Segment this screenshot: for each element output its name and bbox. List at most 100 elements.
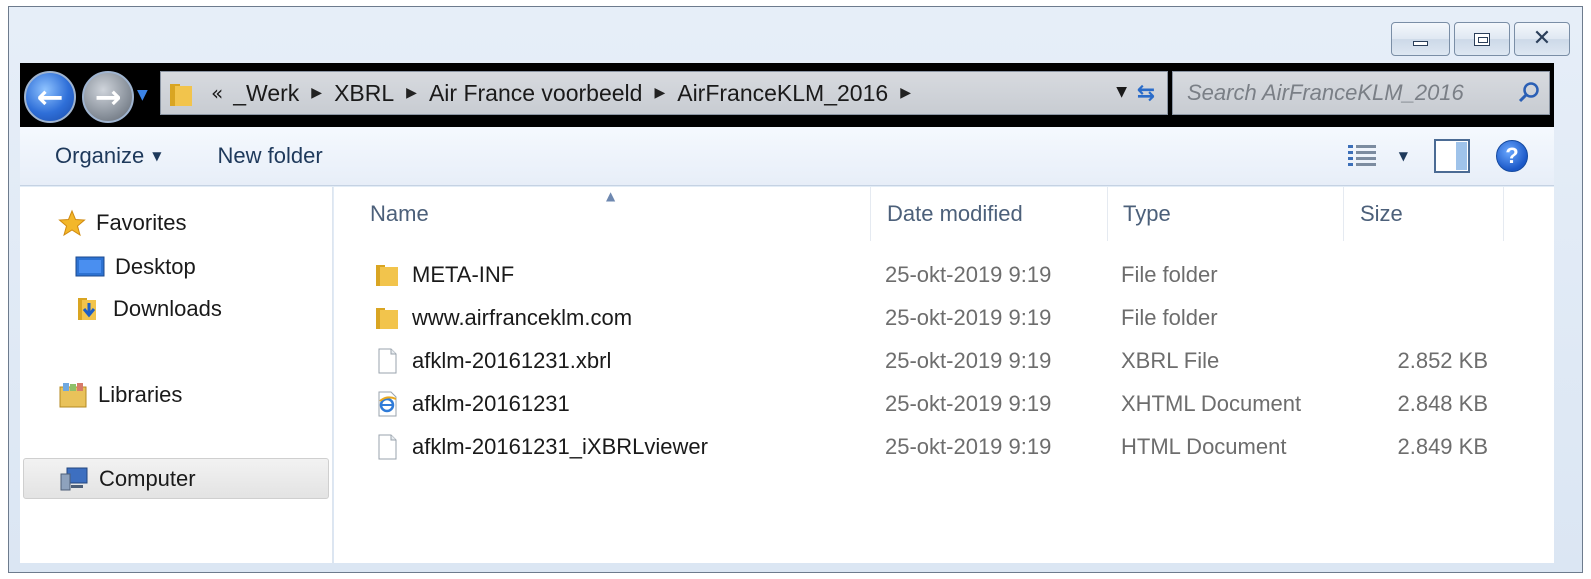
breadcrumb-chevron-icon[interactable]: ▶ bbox=[406, 85, 417, 101]
sidebar-item-label: Libraries bbox=[98, 382, 183, 407]
column-header-date[interactable]: Date modified bbox=[871, 187, 1108, 241]
details-view-icon bbox=[1347, 145, 1376, 166]
file-name: afklm-20161231.xbrl bbox=[412, 347, 612, 373]
navigation-pane: Favorites Desktop Downloads Libraries Co… bbox=[20, 187, 333, 563]
file-name: www.airfranceklm.com bbox=[412, 304, 633, 330]
file-date: 25-okt-2019 9:19 bbox=[885, 433, 1052, 459]
desktop-icon bbox=[75, 256, 105, 277]
address-bar[interactable]: « _Werk ▶ XBRL ▶ Air France voorbeeld ▶ … bbox=[160, 71, 1168, 115]
breadcrumb-air-france-voorbeeld[interactable]: Air France voorbeeld bbox=[429, 80, 643, 107]
computer-icon bbox=[60, 467, 88, 490]
command-bar: Organize ▼ New folder ▼ ? bbox=[20, 127, 1554, 186]
navigation-bar: ← → ▼ « _Werk ▶ XBRL ▶ Air France voorbe… bbox=[20, 63, 1554, 127]
file-type: XBRL File bbox=[1121, 347, 1220, 373]
file-date: 25-okt-2019 9:19 bbox=[885, 304, 1052, 330]
chevron-down-icon: ▼ bbox=[152, 149, 162, 163]
sidebar-item-favorites[interactable]: Favorites bbox=[58, 205, 186, 241]
column-date-label: Date modified bbox=[887, 201, 1023, 226]
breadcrumb-chevron-icon[interactable]: ▶ bbox=[311, 85, 322, 101]
breadcrumb-werk[interactable]: _Werk bbox=[233, 80, 299, 107]
generic-file-icon bbox=[378, 348, 397, 373]
file-name-cell: META-INF bbox=[374, 253, 514, 296]
change-view-button[interactable]: ▼ bbox=[1347, 143, 1408, 169]
close-button[interactable]: ✕ bbox=[1514, 22, 1570, 56]
table-row[interactable]: META-INF 25-okt-2019 9:19 File folder bbox=[334, 253, 1554, 296]
back-button[interactable]: ← bbox=[24, 71, 76, 123]
file-name: META-INF bbox=[412, 261, 515, 287]
file-name-cell: afklm-20161231 bbox=[374, 382, 570, 425]
column-header-type[interactable]: Type bbox=[1107, 187, 1344, 241]
recent-pages-dropdown[interactable]: ▼ bbox=[137, 87, 148, 103]
sidebar-item-label: Desktop bbox=[115, 254, 196, 279]
breadcrumb-chevron-icon[interactable]: ▶ bbox=[654, 85, 665, 101]
file-date: 25-okt-2019 9:19 bbox=[885, 347, 1052, 373]
sidebar-item-computer[interactable]: Computer bbox=[23, 458, 329, 499]
help-button[interactable]: ? bbox=[1496, 140, 1528, 172]
file-size bbox=[1354, 253, 1488, 296]
sidebar-item-label: Favorites bbox=[96, 210, 187, 235]
column-name-label: Name bbox=[370, 201, 429, 226]
window-controls: ✕ bbox=[1391, 22, 1570, 56]
sidebar-item-label: Computer bbox=[99, 465, 196, 491]
organize-label: Organize bbox=[55, 143, 145, 168]
file-size: 2.849 KB bbox=[1397, 433, 1488, 459]
breadcrumb-chevron-icon[interactable]: ▶ bbox=[900, 85, 911, 101]
file-size bbox=[1354, 296, 1488, 339]
address-overflow-chevron[interactable]: « bbox=[211, 81, 223, 105]
sidebar-item-libraries[interactable]: Libraries bbox=[58, 377, 182, 413]
file-size: 2.852 KB bbox=[1397, 347, 1488, 373]
sort-ascending-icon: ▲ bbox=[606, 189, 616, 203]
new-folder-label: New folder bbox=[217, 143, 323, 168]
preview-pane-icon[interactable] bbox=[1434, 139, 1470, 173]
forward-button[interactable]: → bbox=[82, 71, 134, 123]
maximize-icon bbox=[1474, 32, 1490, 46]
file-name: afklm-20161231_iXBRLviewer bbox=[412, 433, 708, 459]
folder-icon bbox=[376, 307, 398, 329]
help-icon: ? bbox=[1505, 143, 1519, 168]
downloads-icon bbox=[78, 298, 96, 320]
table-row[interactable]: afklm-20161231.xbrl 25-okt-2019 9:19 XBR… bbox=[334, 339, 1554, 382]
refresh-icon[interactable]: ⇆ bbox=[1131, 78, 1161, 108]
new-folder-button[interactable]: New folder bbox=[190, 127, 351, 185]
table-row[interactable]: afklm-20161231 25-okt-2019 9:19 XHTML Do… bbox=[334, 382, 1554, 425]
address-dropdown-icon[interactable]: ▼ bbox=[1116, 84, 1127, 100]
search-box[interactable]: Search AirFranceKLM_2016 bbox=[1172, 71, 1550, 115]
chevron-down-icon[interactable]: ▼ bbox=[1399, 149, 1408, 163]
file-name-cell: afklm-20161231.xbrl bbox=[374, 339, 611, 382]
search-icon[interactable] bbox=[1509, 81, 1549, 105]
column-headers: Name ▲ Date modified Type Size bbox=[334, 187, 1554, 241]
back-arrow-icon: ← bbox=[36, 78, 64, 116]
file-list: Name ▲ Date modified Type Size META-INF … bbox=[334, 187, 1554, 563]
minimize-icon bbox=[1413, 40, 1428, 46]
sidebar-item-desktop[interactable]: Desktop bbox=[75, 249, 196, 285]
file-name-cell: afklm-20161231_iXBRLviewer bbox=[374, 425, 708, 468]
maximize-button[interactable] bbox=[1454, 22, 1510, 56]
file-date: 25-okt-2019 9:19 bbox=[885, 261, 1052, 287]
toolbar-right-group: ▼ ? bbox=[1347, 139, 1528, 173]
ie-document-icon bbox=[378, 391, 397, 416]
file-date: 25-okt-2019 9:19 bbox=[885, 390, 1052, 416]
file-type: File folder bbox=[1121, 304, 1218, 330]
organize-button[interactable]: Organize ▼ bbox=[20, 127, 190, 185]
close-icon: ✕ bbox=[1532, 26, 1552, 51]
file-name: afklm-20161231 bbox=[412, 390, 570, 416]
star-icon bbox=[58, 209, 86, 237]
minimize-button[interactable] bbox=[1391, 22, 1450, 56]
column-type-label: Type bbox=[1123, 201, 1171, 226]
sidebar-item-downloads[interactable]: Downloads bbox=[75, 291, 222, 327]
file-name-cell: www.airfranceklm.com bbox=[374, 296, 632, 339]
table-row[interactable]: www.airfranceklm.com 25-okt-2019 9:19 Fi… bbox=[334, 296, 1554, 339]
table-row[interactable]: afklm-20161231_iXBRLviewer 25-okt-2019 9… bbox=[334, 425, 1554, 468]
folder-icon bbox=[376, 264, 398, 286]
file-rows: META-INF 25-okt-2019 9:19 File folder ww… bbox=[334, 253, 1554, 468]
folder-icon bbox=[169, 82, 193, 106]
file-size: 2.848 KB bbox=[1397, 390, 1488, 416]
libraries-icon bbox=[59, 383, 87, 408]
file-type: HTML Document bbox=[1121, 433, 1287, 459]
column-size-label: Size bbox=[1360, 201, 1403, 226]
search-input[interactable]: Search AirFranceKLM_2016 bbox=[1173, 80, 1509, 106]
breadcrumb-xbrl[interactable]: XBRL bbox=[334, 80, 394, 107]
title-bar[interactable]: ✕ bbox=[9, 7, 1582, 63]
breadcrumb-airfranceklm-2016[interactable]: AirFranceKLM_2016 bbox=[677, 80, 888, 107]
column-header-size[interactable]: Size bbox=[1344, 187, 1504, 241]
